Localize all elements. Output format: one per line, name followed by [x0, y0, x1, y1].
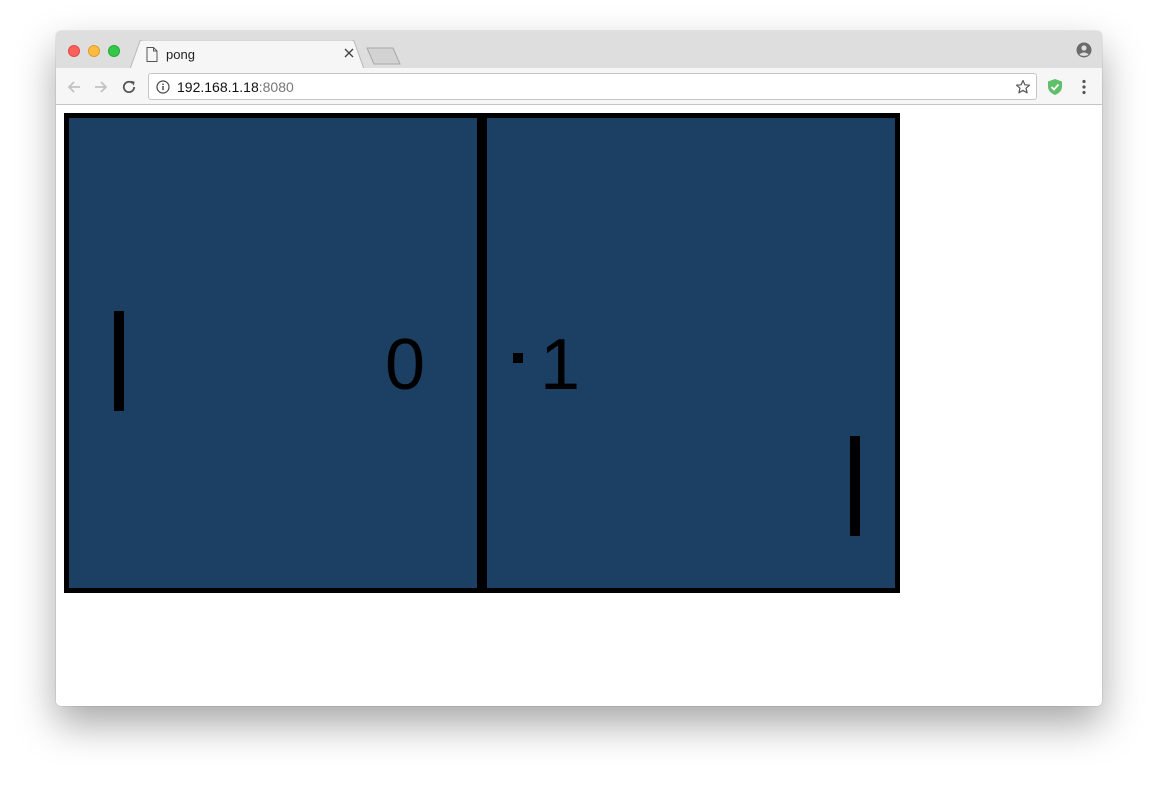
left-paddle — [114, 311, 124, 411]
ball — [513, 353, 523, 363]
shield-check-icon[interactable] — [1046, 78, 1064, 96]
star-icon[interactable] — [1015, 79, 1031, 95]
reload-icon[interactable] — [120, 78, 138, 96]
window-minimize-button[interactable] — [88, 45, 100, 57]
pong-game-canvas[interactable]: 0 1 — [64, 113, 900, 593]
page-viewport: 0 1 — [56, 105, 1102, 706]
close-icon[interactable] — [342, 46, 356, 60]
vertical-ellipsis-icon[interactable] — [1078, 78, 1090, 96]
new-tab-button[interactable] — [366, 47, 402, 65]
info-icon[interactable] — [156, 80, 170, 94]
right-score: 1 — [540, 325, 580, 405]
forward-arrow-icon[interactable] — [92, 78, 110, 96]
window-maximize-button[interactable] — [108, 45, 120, 57]
url-host: 192.168.1.18 — [177, 79, 259, 95]
tab-strip: pong — [56, 31, 1102, 69]
tab-title: pong — [166, 47, 195, 62]
back-arrow-icon[interactable] — [65, 78, 83, 96]
document-icon — [146, 47, 158, 62]
right-paddle — [850, 436, 860, 536]
url-text[interactable]: 192.168.1.18:8080 — [177, 79, 294, 95]
tab-pong[interactable]: pong — [130, 40, 364, 69]
url-port: :8080 — [258, 79, 294, 95]
window-close-button[interactable] — [68, 45, 80, 57]
account-circle-icon[interactable] — [1076, 42, 1092, 58]
left-score: 0 — [385, 325, 425, 405]
browser-toolbar: 192.168.1.18:8080 — [56, 68, 1102, 105]
center-net — [477, 115, 487, 591]
browser-window: pong 192.168.1.18:8080 0 1 — [56, 31, 1102, 706]
address-bar[interactable]: 192.168.1.18:8080 — [148, 73, 1037, 100]
